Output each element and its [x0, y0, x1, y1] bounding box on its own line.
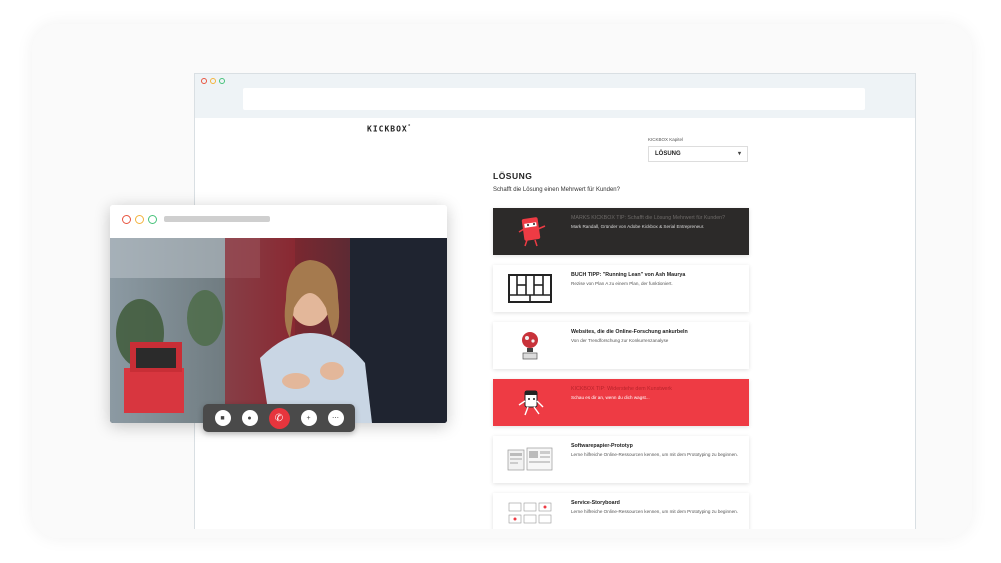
card-subtitle: Schau es dir an, wenn du dich wagst...: [571, 394, 650, 400]
lean-canvas-icon: [508, 274, 552, 303]
kickbox-mascot-icon: [518, 217, 546, 247]
card-title: MARKS KICKBOX TIP: Schafft die Lösung Me…: [571, 215, 726, 221]
camera-icon[interactable]: ■: [214, 410, 231, 426]
chapter-select-label: KICKBOX Kapitel: [648, 137, 684, 142]
chevron-down-icon: ▾: [737, 151, 741, 157]
window-controls: [122, 215, 157, 224]
video-call-window: [110, 205, 447, 423]
resource-card-list: MARKS KICKBOX TIP: Schafft die Lösung Me…: [493, 208, 749, 529]
kickbox-logo[interactable]: KICKBOX°: [367, 124, 412, 134]
card-title: BUCH TIPP: "Running Lean" von Ash Maurya: [571, 272, 686, 278]
card-title: KICKBOX TIP: Widerstehe dem Kunstwerk: [571, 386, 672, 392]
minimize-dot-icon[interactable]: [135, 215, 144, 224]
lightbulb-icon: [522, 332, 538, 360]
call-controls: ■ ● ✆ + ⋯: [203, 404, 355, 432]
microphone-icon[interactable]: ●: [241, 410, 258, 426]
window-controls: [201, 78, 225, 84]
section-heading: LÖSUNG: [493, 171, 533, 181]
video-address-bar[interactable]: [164, 216, 270, 222]
address-bar[interactable]: [243, 88, 865, 110]
chapter-select[interactable]: LÖSUNG ▾: [648, 146, 748, 162]
close-dot-icon[interactable]: [122, 215, 131, 224]
minimize-dot-icon[interactable]: [210, 78, 216, 84]
close-dot-icon[interactable]: [201, 78, 207, 84]
card-subtitle: Lerne hilfreiche Online-Ressourcen kenne…: [571, 451, 738, 457]
card-title: Softwarepapier-Prototyp: [571, 443, 633, 449]
card-title: Service-Storyboard: [571, 500, 620, 506]
resource-card[interactable]: Service-Storyboard Lerne hilfreiche Onli…: [493, 493, 749, 529]
video-feed: [110, 238, 447, 423]
chapter-select-value: LÖSUNG: [655, 151, 681, 157]
storyboard-icon: [508, 502, 552, 524]
browser-toolbar: [195, 74, 915, 118]
wireframe-icon: [507, 447, 553, 471]
resource-card[interactable]: Websites, die die Online-Forschung ankur…: [493, 322, 749, 369]
maximize-dot-icon[interactable]: [148, 215, 157, 224]
more-icon[interactable]: ⋯: [327, 410, 344, 426]
card-subtitle: Mark Randall, Gründer von Adobe Kickbox …: [571, 223, 705, 229]
video-window-toolbar: [110, 205, 447, 238]
resource-card[interactable]: BUCH TIPP: "Running Lean" von Ash Maurya…: [493, 265, 749, 312]
section-question: Schafft die Lösung einen Mehrwert für Ku…: [493, 187, 620, 193]
resource-card[interactable]: MARKS KICKBOX TIP: Schafft die Lösung Me…: [493, 208, 749, 255]
resource-card[interactable]: KICKBOX TIP: Widerstehe dem Kunstwerk Sc…: [493, 379, 749, 426]
add-person-icon[interactable]: +: [300, 410, 317, 426]
kickbox-mascot-icon: [518, 390, 544, 416]
card-subtitle: Von der Trendforschung zur Konkurrenzana…: [571, 337, 669, 343]
resource-card[interactable]: Softwarepapier-Prototyp Lerne hilfreiche…: [493, 436, 749, 483]
end-call-icon[interactable]: ✆: [268, 407, 290, 429]
card-subtitle: Rezise von Plan A zu einem Plan, der fun…: [571, 280, 673, 286]
card-subtitle: Lerne hilfreiche Online-Ressourcen kenne…: [571, 508, 738, 514]
maximize-dot-icon[interactable]: [219, 78, 225, 84]
card-title: Websites, die die Online-Forschung ankur…: [571, 329, 688, 335]
